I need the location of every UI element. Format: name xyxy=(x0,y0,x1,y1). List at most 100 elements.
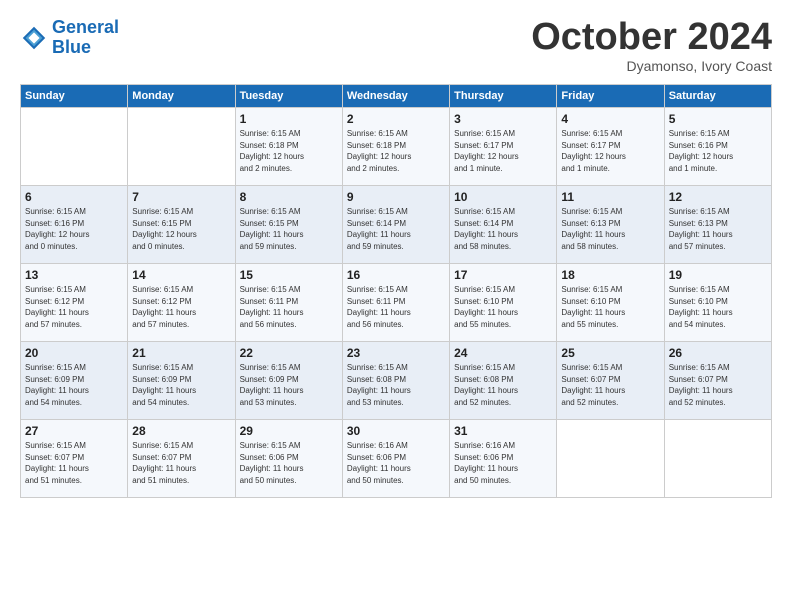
day-number: 25 xyxy=(561,346,659,360)
day-cell: 3Sunrise: 6:15 AM Sunset: 6:17 PM Daylig… xyxy=(450,108,557,186)
logo-line2: Blue xyxy=(52,37,91,57)
day-cell: 19Sunrise: 6:15 AM Sunset: 6:10 PM Dayli… xyxy=(664,264,771,342)
week-row-4: 20 Sunrise: 6:15 AM Sunset: 6:09 PM Dayli… xyxy=(21,342,772,420)
day-info: Sunrise: 6:15 AM Sunset: 6:18 PM Dayligh… xyxy=(240,128,338,174)
day-cell: 22Sunrise: 6:15 AM Sunset: 6:09 PM Dayli… xyxy=(235,342,342,420)
logo-icon xyxy=(20,24,48,52)
col-header-saturday: Saturday xyxy=(664,85,771,108)
col-header-friday: Friday xyxy=(557,85,664,108)
day-cell: 8Sunrise: 6:15 AM Sunset: 6:15 PM Daylig… xyxy=(235,186,342,264)
day-number: 4 xyxy=(561,112,659,126)
day-cell: 20Sunrise: 6:15 AM Sunset: 6:09 PM Dayli… xyxy=(21,342,128,420)
day-info: Sunrise: 6:15 AM Sunset: 6:10 PM Dayligh… xyxy=(669,284,767,330)
day-number: 21 xyxy=(132,346,230,360)
day-cell: 15 Sunrise: 6:15 AM Sunset: 6:11 PM Dayli… xyxy=(235,264,342,342)
col-header-tuesday: Tuesday xyxy=(235,85,342,108)
day-cell: 4 Sunrise: 6:15 AM Sunset: 6:17 PM Daylig… xyxy=(557,108,664,186)
day-info: Sunrise: 6:15 AM Sunset: 6:07 PM Dayligh… xyxy=(561,362,659,408)
day-number: 24 xyxy=(454,346,552,360)
day-info: Sunrise: 6:15 AM Sunset: 6:07 PM Dayligh… xyxy=(669,362,767,408)
day-number: 18 xyxy=(561,268,659,282)
day-number: 31 xyxy=(454,424,552,438)
day-cell: 31 Sunrise: 6:16 AM Sunset: 6:06 PM Dayli… xyxy=(450,420,557,498)
day-number: 12 xyxy=(669,190,767,204)
week-row-3: 13 Sunrise: 6:15 AM Sunset: 6:12 PM Dayli… xyxy=(21,264,772,342)
day-cell: 1 Sunrise: 6:15 AM Sunset: 6:18 PM Daylig… xyxy=(235,108,342,186)
day-info: Sunrise: 6:16 AM Sunset: 6:06 PM Dayligh… xyxy=(347,440,445,486)
day-number: 28 xyxy=(132,424,230,438)
header: General Blue October 2024 Dyamonso, Ivor… xyxy=(20,18,772,74)
day-number: 1 xyxy=(240,112,338,126)
day-number: 16 xyxy=(347,268,445,282)
day-number: 17 xyxy=(454,268,552,282)
day-info: Sunrise: 6:15 AM Sunset: 6:09 PM Dayligh… xyxy=(132,362,230,408)
day-cell: 10 Sunrise: 6:15 AM Sunset: 6:14 PM Dayli… xyxy=(450,186,557,264)
day-cell xyxy=(664,420,771,498)
day-cell: 30 Sunrise: 6:16 AM Sunset: 6:06 PM Dayli… xyxy=(342,420,449,498)
day-number: 10 xyxy=(454,190,552,204)
week-row-1: 1 Sunrise: 6:15 AM Sunset: 6:18 PM Daylig… xyxy=(21,108,772,186)
day-info: Sunrise: 6:15 AM Sunset: 6:11 PM Dayligh… xyxy=(347,284,445,330)
day-cell: 28Sunrise: 6:15 AM Sunset: 6:07 PM Dayli… xyxy=(128,420,235,498)
logo-text: General Blue xyxy=(52,18,119,58)
day-cell xyxy=(21,108,128,186)
day-cell: 5Sunrise: 6:15 AM Sunset: 6:16 PM Daylig… xyxy=(664,108,771,186)
day-cell: 14 Sunrise: 6:15 AM Sunset: 6:12 PM Dayli… xyxy=(128,264,235,342)
day-cell: 27 Sunrise: 6:15 AM Sunset: 6:07 PM Dayli… xyxy=(21,420,128,498)
day-number: 11 xyxy=(561,190,659,204)
col-header-sunday: Sunday xyxy=(21,85,128,108)
day-number: 26 xyxy=(669,346,767,360)
day-cell xyxy=(128,108,235,186)
day-number: 15 xyxy=(240,268,338,282)
day-number: 20 xyxy=(25,346,123,360)
day-cell: 16 Sunrise: 6:15 AM Sunset: 6:11 PM Dayli… xyxy=(342,264,449,342)
day-info: Sunrise: 6:15 AM Sunset: 6:08 PM Dayligh… xyxy=(347,362,445,408)
col-header-wednesday: Wednesday xyxy=(342,85,449,108)
page: General Blue October 2024 Dyamonso, Ivor… xyxy=(0,0,792,508)
day-info: Sunrise: 6:15 AM Sunset: 6:10 PM Dayligh… xyxy=(454,284,552,330)
day-cell: 25 Sunrise: 6:15 AM Sunset: 6:07 PM Dayli… xyxy=(557,342,664,420)
header-row: SundayMondayTuesdayWednesdayThursdayFrid… xyxy=(21,85,772,108)
day-cell: 6Sunrise: 6:15 AM Sunset: 6:16 PM Daylig… xyxy=(21,186,128,264)
day-cell: 18 Sunrise: 6:15 AM Sunset: 6:10 PM Dayli… xyxy=(557,264,664,342)
day-info: Sunrise: 6:15 AM Sunset: 6:11 PM Dayligh… xyxy=(240,284,338,330)
day-number: 27 xyxy=(25,424,123,438)
day-cell: 21 Sunrise: 6:15 AM Sunset: 6:09 PM Dayli… xyxy=(128,342,235,420)
day-number: 9 xyxy=(347,190,445,204)
day-info: Sunrise: 6:15 AM Sunset: 6:17 PM Dayligh… xyxy=(561,128,659,174)
day-number: 29 xyxy=(240,424,338,438)
day-info: Sunrise: 6:15 AM Sunset: 6:15 PM Dayligh… xyxy=(132,206,230,252)
day-number: 13 xyxy=(25,268,123,282)
day-info: Sunrise: 6:15 AM Sunset: 6:08 PM Dayligh… xyxy=(454,362,552,408)
day-info: Sunrise: 6:15 AM Sunset: 6:07 PM Dayligh… xyxy=(25,440,123,486)
day-info: Sunrise: 6:15 AM Sunset: 6:13 PM Dayligh… xyxy=(669,206,767,252)
day-info: Sunrise: 6:16 AM Sunset: 6:06 PM Dayligh… xyxy=(454,440,552,486)
month-title: October 2024 xyxy=(531,18,772,56)
day-cell: 29Sunrise: 6:15 AM Sunset: 6:06 PM Dayli… xyxy=(235,420,342,498)
day-cell: 26 Sunrise: 6:15 AM Sunset: 6:07 PM Dayli… xyxy=(664,342,771,420)
col-header-thursday: Thursday xyxy=(450,85,557,108)
day-number: 23 xyxy=(347,346,445,360)
day-cell: 9 Sunrise: 6:15 AM Sunset: 6:14 PM Daylig… xyxy=(342,186,449,264)
day-cell xyxy=(557,420,664,498)
day-info: Sunrise: 6:15 AM Sunset: 6:17 PM Dayligh… xyxy=(454,128,552,174)
week-row-2: 6Sunrise: 6:15 AM Sunset: 6:16 PM Daylig… xyxy=(21,186,772,264)
title-block: October 2024 Dyamonso, Ivory Coast xyxy=(531,18,772,74)
day-info: Sunrise: 6:15 AM Sunset: 6:12 PM Dayligh… xyxy=(132,284,230,330)
day-cell: 11 Sunrise: 6:15 AM Sunset: 6:13 PM Dayli… xyxy=(557,186,664,264)
logo-line1: General xyxy=(52,17,119,37)
day-cell: 13Sunrise: 6:15 AM Sunset: 6:12 PM Dayli… xyxy=(21,264,128,342)
location: Dyamonso, Ivory Coast xyxy=(531,58,772,74)
week-row-5: 27 Sunrise: 6:15 AM Sunset: 6:07 PM Dayli… xyxy=(21,420,772,498)
day-cell: 17 Sunrise: 6:15 AM Sunset: 6:10 PM Dayli… xyxy=(450,264,557,342)
day-number: 2 xyxy=(347,112,445,126)
day-info: Sunrise: 6:15 AM Sunset: 6:09 PM Dayligh… xyxy=(240,362,338,408)
day-info: Sunrise: 6:15 AM Sunset: 6:14 PM Dayligh… xyxy=(347,206,445,252)
day-number: 14 xyxy=(132,268,230,282)
day-info: Sunrise: 6:15 AM Sunset: 6:10 PM Dayligh… xyxy=(561,284,659,330)
day-number: 7 xyxy=(132,190,230,204)
day-cell: 7 Sunrise: 6:15 AM Sunset: 6:15 PM Daylig… xyxy=(128,186,235,264)
day-info: Sunrise: 6:15 AM Sunset: 6:14 PM Dayligh… xyxy=(454,206,552,252)
day-info: Sunrise: 6:15 AM Sunset: 6:13 PM Dayligh… xyxy=(561,206,659,252)
day-number: 30 xyxy=(347,424,445,438)
